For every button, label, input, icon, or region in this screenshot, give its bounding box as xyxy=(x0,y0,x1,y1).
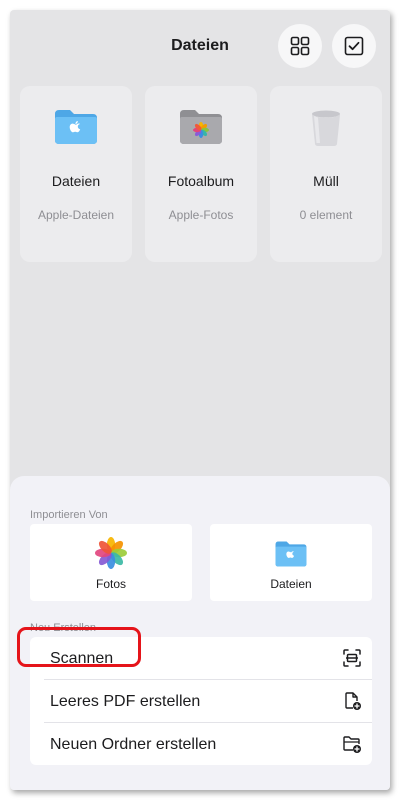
new-document-icon xyxy=(345,692,361,710)
scan-icon xyxy=(343,649,361,667)
card-fotoalbum[interactable]: Fotoalbum Apple-Fotos xyxy=(145,86,257,262)
files-folder-icon xyxy=(210,536,372,568)
card-name: Dateien xyxy=(51,173,101,189)
import-tile-label: Fotos xyxy=(95,577,126,591)
create-pdf-button[interactable]: Leeres PDF erstellen xyxy=(30,680,372,722)
grid-view-button[interactable] xyxy=(278,24,322,68)
new-folder-icon xyxy=(343,736,361,753)
card-muell[interactable]: Müll 0 element xyxy=(270,86,382,262)
checkbox-icon xyxy=(344,36,364,56)
storage-cards: Dateien Apple-Dateien Fotoalbum Apple-Fo… xyxy=(20,86,382,262)
import-section-label: Importieren Von xyxy=(30,509,108,521)
row-label: Leeres PDF erstellen xyxy=(50,693,201,710)
import-fotos-button[interactable]: Fotos xyxy=(30,524,192,601)
import-dateien-button[interactable]: Dateien xyxy=(210,524,372,601)
blue-folder-icon xyxy=(20,108,132,148)
card-dateien[interactable]: Dateien Apple-Dateien xyxy=(20,86,132,262)
trash-icon xyxy=(270,108,382,148)
header: Dateien xyxy=(10,10,390,82)
row-label: Neuen Ordner erstellen xyxy=(50,736,217,753)
select-button[interactable] xyxy=(332,24,376,68)
photos-folder-icon xyxy=(145,108,257,148)
card-name: Müll xyxy=(313,173,339,189)
card-name: Fotoalbum xyxy=(167,173,235,189)
card-subtitle: 0 element xyxy=(299,208,353,222)
app-frame: Dateien Dateien Apple-Dateien Fotoalbum … xyxy=(10,10,390,790)
photos-app-icon xyxy=(30,536,192,569)
grid-icon xyxy=(290,36,310,56)
scan-highlight-annotation xyxy=(17,627,141,667)
import-tile-label: Dateien xyxy=(270,577,312,591)
create-folder-button[interactable]: Neuen Ordner erstellen xyxy=(30,723,372,765)
card-subtitle: Apple-Fotos xyxy=(168,208,234,222)
card-subtitle: Apple-Dateien xyxy=(37,208,115,222)
